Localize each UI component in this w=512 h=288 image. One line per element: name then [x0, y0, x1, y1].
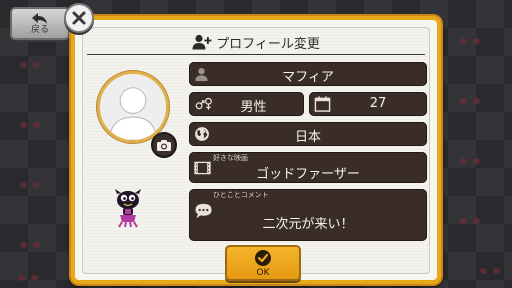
- comment-label: ひとことコメント: [213, 191, 269, 199]
- favorite-movie-field[interactable]: 好きな映画 ゴッドファーザー: [189, 152, 427, 183]
- add-user-icon: [192, 34, 212, 50]
- dialog-panel: プロフィール変更 マフィア 男性 27 日本 好きな映画 ゴッドファーザー ひと…: [82, 27, 430, 281]
- comment-field[interactable]: ひとことコメント 二次元が来い！: [189, 189, 427, 241]
- close-button[interactable]: [64, 3, 94, 33]
- dialog-header: プロフィール変更: [83, 32, 429, 52]
- back-button[interactable]: 戻る: [10, 7, 70, 40]
- country-value: 日本: [294, 130, 321, 145]
- camera-icon: [157, 139, 171, 151]
- dialog-title: プロフィール変更: [216, 36, 320, 52]
- gender-field[interactable]: 男性: [189, 92, 304, 116]
- comment-value: 二次元が来い！: [262, 217, 354, 232]
- check-icon: [255, 249, 271, 266]
- back-label: 戻る: [30, 25, 49, 35]
- default-avatar-icon: [100, 74, 166, 140]
- name-value: マフィア: [282, 70, 334, 85]
- favorite-movie-value: ゴッドファーザー: [256, 167, 360, 182]
- profile-edit-dialog: プロフィール変更 マフィア 男性 27 日本 好きな映画 ゴッドファーザー ひと…: [71, 16, 441, 284]
- back-arrow-icon: [32, 13, 47, 24]
- age-field[interactable]: 27: [309, 92, 427, 116]
- age-value: 27: [369, 96, 387, 111]
- country-field[interactable]: 日本: [189, 122, 427, 146]
- ok-label: OK: [256, 267, 270, 278]
- title-divider: [87, 54, 425, 55]
- change-photo-button[interactable]: [151, 132, 177, 158]
- gender-value: 男性: [240, 100, 267, 115]
- mascot-character-image: [115, 189, 141, 228]
- name-field[interactable]: マフィア: [189, 62, 427, 86]
- ok-button[interactable]: OK: [225, 245, 301, 281]
- close-icon: [72, 11, 86, 25]
- favorite-movie-label: 好きな映画: [213, 154, 248, 162]
